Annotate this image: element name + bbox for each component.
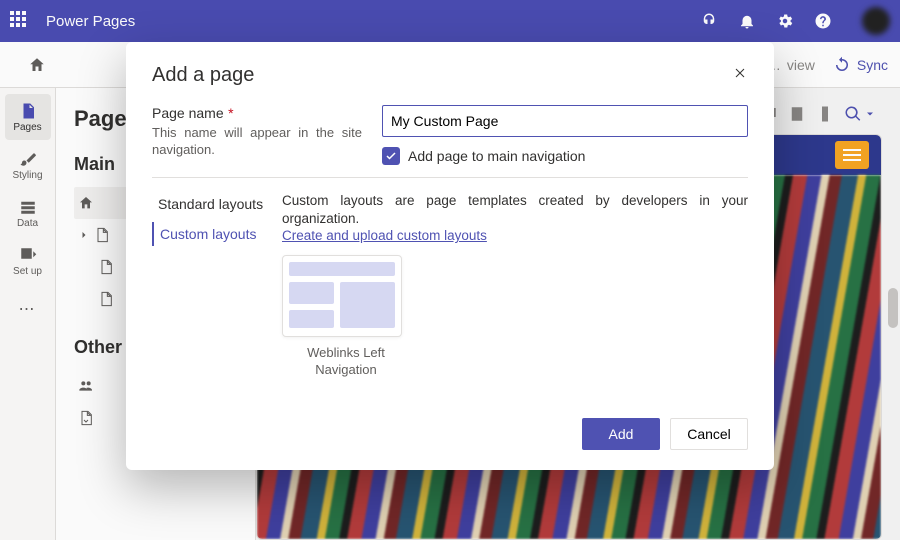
- tab-standard-layouts[interactable]: Standard layouts: [152, 192, 270, 216]
- layout-thumbnail: [282, 255, 402, 337]
- page-name-hint: This name will appear in the site naviga…: [152, 125, 362, 159]
- close-icon: [732, 65, 748, 81]
- create-layouts-link[interactable]: Create and upload custom layouts: [282, 228, 487, 243]
- page-name-label: Page name: [152, 105, 224, 121]
- cancel-button[interactable]: Cancel: [670, 418, 748, 450]
- add-button[interactable]: Add: [582, 418, 660, 450]
- layout-card-weblinks-left[interactable]: Weblinks Left Navigation: [282, 255, 410, 378]
- tab-custom-layouts[interactable]: Custom layouts: [152, 222, 270, 246]
- divider: [152, 177, 748, 178]
- modal-overlay: Add a page Page name * This name will ap…: [0, 0, 900, 540]
- tab-content: Custom layouts are page templates create…: [282, 192, 748, 378]
- layout-caption: Weblinks Left Navigation: [282, 345, 410, 378]
- page-name-input[interactable]: [382, 105, 748, 137]
- close-button[interactable]: [732, 65, 748, 86]
- check-icon: [385, 150, 397, 162]
- required-asterisk: *: [228, 105, 233, 121]
- add-page-dialog: Add a page Page name * This name will ap…: [126, 42, 774, 470]
- layout-tabs: Standard layouts Custom layouts: [152, 192, 270, 378]
- add-to-nav-label: Add page to main navigation: [408, 148, 585, 164]
- custom-layout-desc: Custom layouts are page templates create…: [282, 192, 748, 228]
- add-to-nav-checkbox[interactable]: [382, 147, 400, 165]
- dialog-title: Add a page: [152, 64, 732, 87]
